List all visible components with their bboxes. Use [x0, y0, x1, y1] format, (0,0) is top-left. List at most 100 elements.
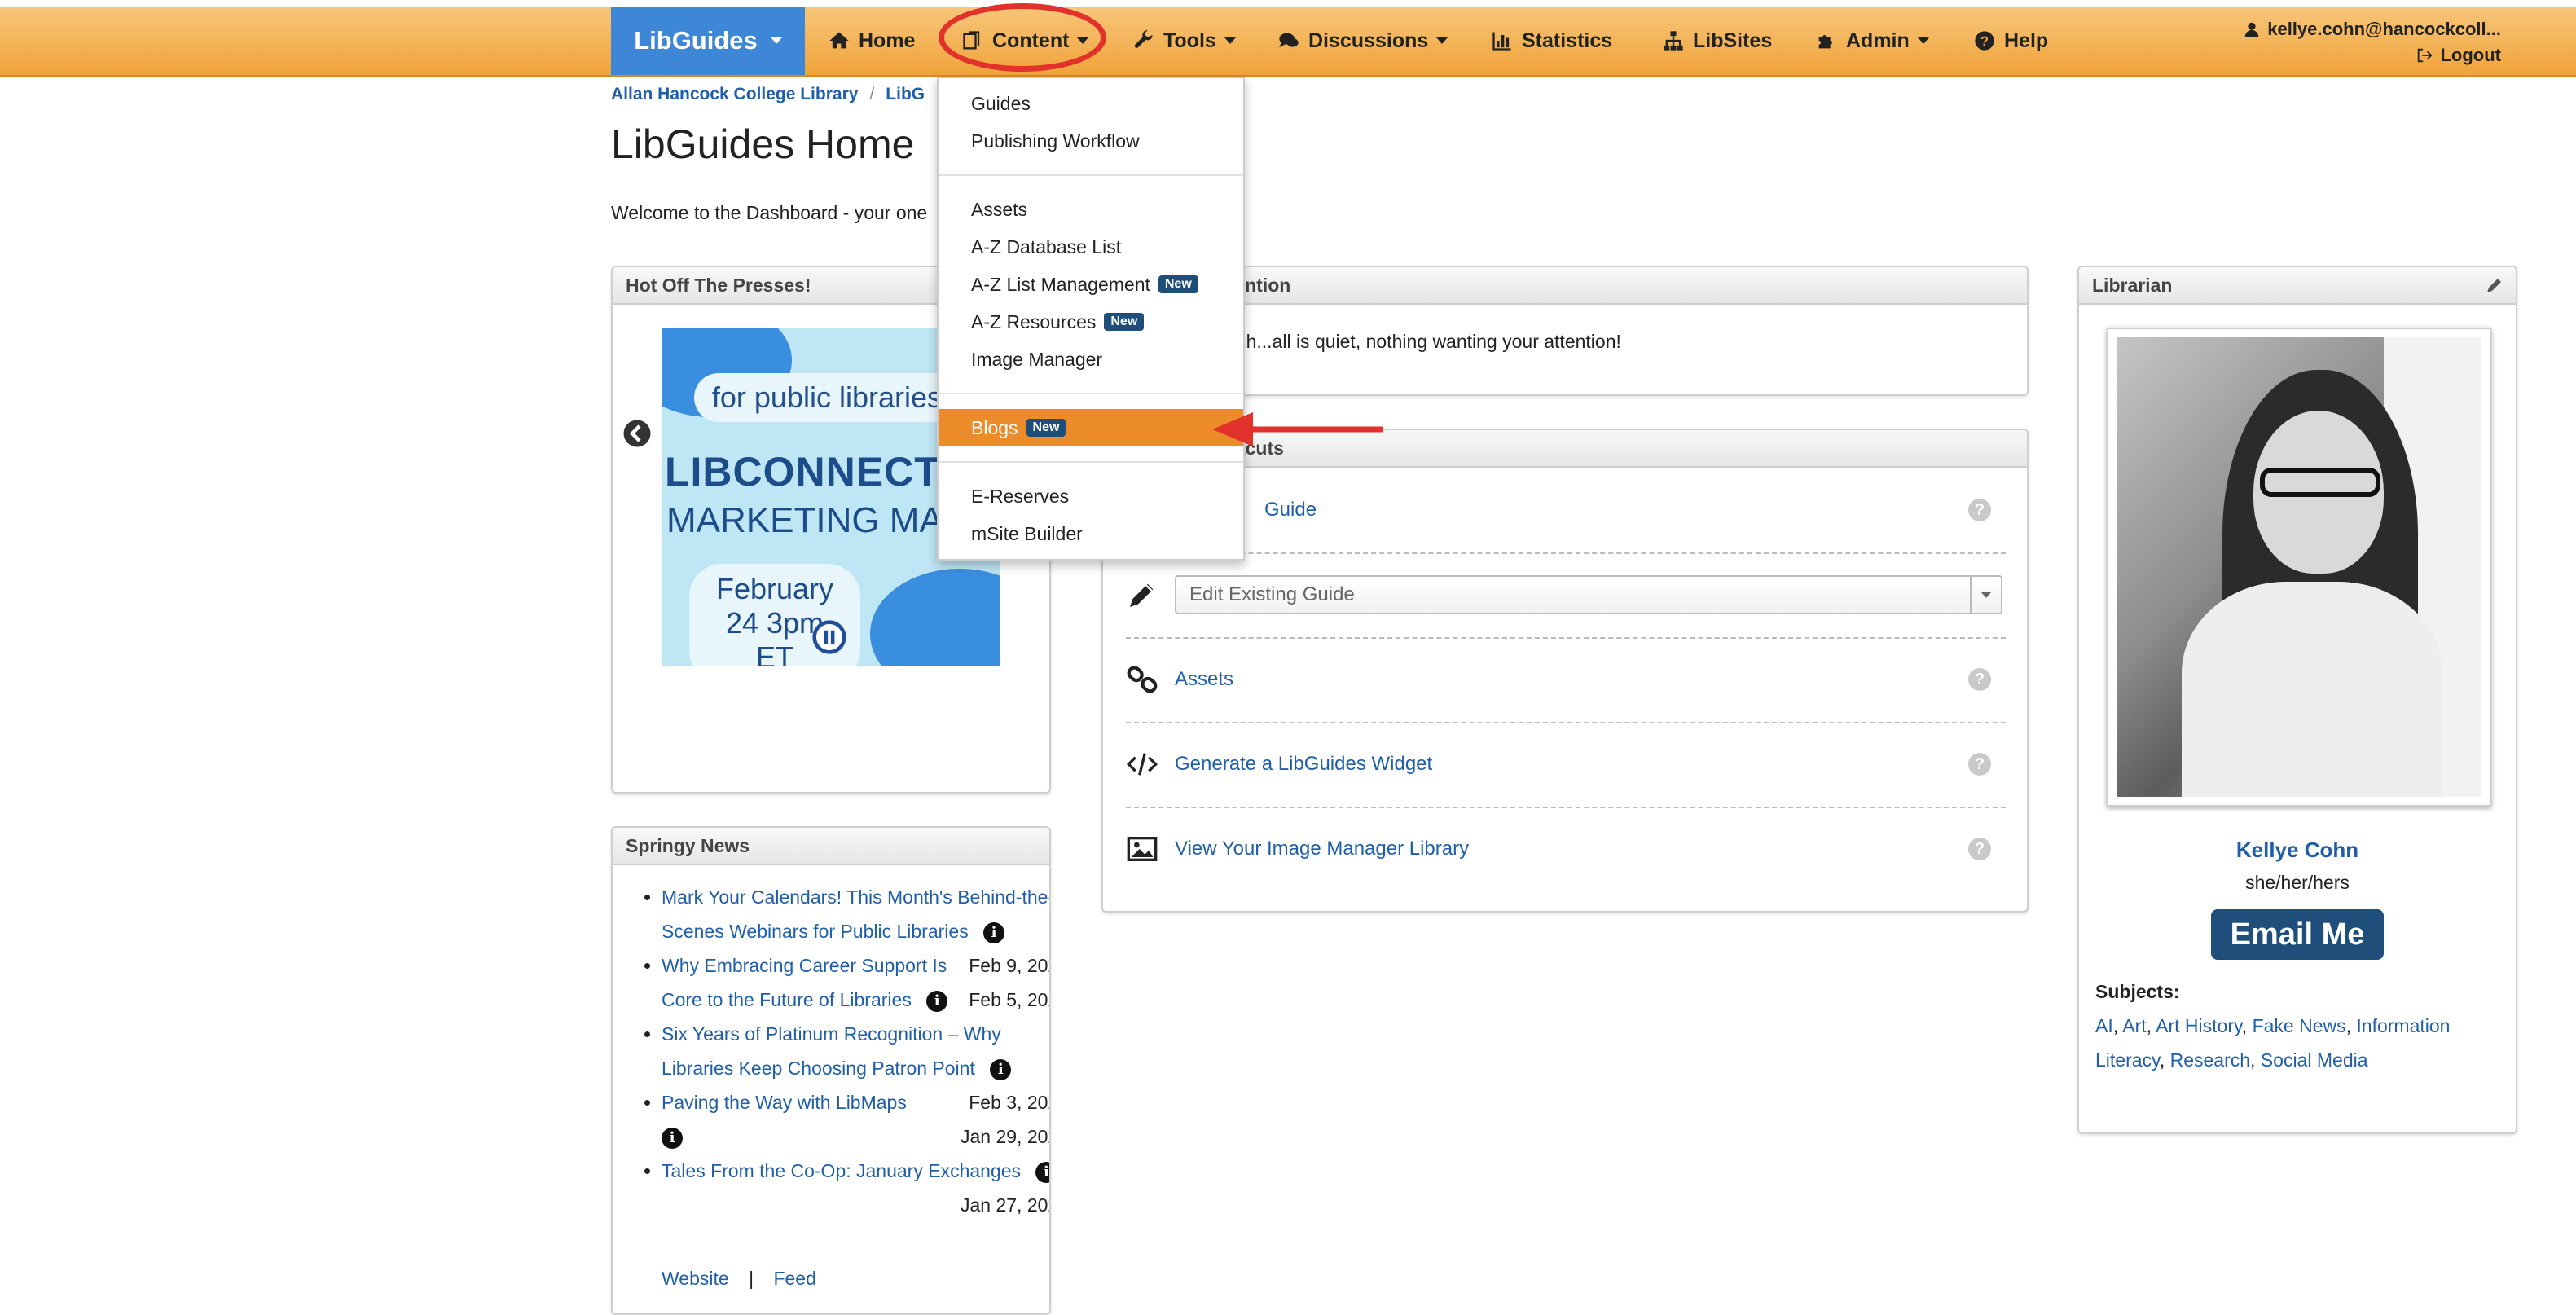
libguides-brand-menu[interactable]: LibGuides [611, 7, 805, 75]
menu-item-label: Blogs [971, 416, 1018, 438]
menu-item-assets[interactable]: Assets [939, 191, 1243, 228]
pencil-icon [1130, 583, 1154, 607]
info-icon[interactable]: i [662, 1127, 683, 1149]
welcome-text: Welcome to the Dashboard - your one [611, 202, 928, 223]
user-email: kellye.cohn@hancockcoll... [2267, 19, 2501, 39]
menu-item-publishing-workflow[interactable]: Publishing Workflow [939, 122, 1243, 160]
feed-link[interactable]: Feed [773, 1268, 815, 1289]
website-link[interactable]: Website [662, 1268, 729, 1289]
menu-divider [939, 174, 1243, 176]
promo-line-2: LIBCONNECT P [665, 449, 980, 495]
nav-help[interactable]: ? Help [1973, 7, 2048, 75]
menu-item-label: E-Reserves [971, 485, 1070, 507]
chevron-down-icon [770, 37, 782, 44]
comments-icon [1279, 33, 1299, 48]
nav-tools[interactable]: Tools [1132, 7, 1236, 75]
logout-link[interactable]: Logout [2243, 42, 2501, 68]
previous-slide-icon[interactable] [622, 419, 652, 448]
pencil-icon[interactable] [2485, 275, 2504, 295]
menu-item-az-list-management[interactable]: A-Z List Management New [939, 266, 1243, 303]
select-placeholder: Edit Existing Guide [1189, 583, 1355, 605]
nav-discussions[interactable]: Discussions [1277, 7, 1448, 75]
image-manager-link[interactable]: View Your Image Manager Library [1175, 838, 1469, 860]
info-icon[interactable]: i [983, 921, 1005, 943]
menu-item-label: Image Manager [971, 348, 1103, 370]
info-icon[interactable]: i [926, 990, 948, 1012]
chevron-down-icon [1436, 37, 1448, 44]
create-guide-link[interactable]: Guide [1264, 499, 1317, 521]
menu-item-label: A-Z List Management [971, 273, 1150, 295]
subject-link[interactable]: Research [2170, 1049, 2250, 1071]
news-footer: Website | Feed [662, 1268, 816, 1290]
pause-icon[interactable] [811, 619, 847, 655]
breadcrumb-libguides[interactable]: LibG [886, 85, 925, 104]
help-icon[interactable]: ? [1968, 668, 1991, 691]
code-icon [1126, 753, 1158, 776]
annotation-arrow [1212, 412, 1383, 446]
breadcrumb-library[interactable]: Allan Hancock College Library [611, 85, 858, 104]
news-link[interactable]: Six Years of Platinum Recognition – Why … [662, 1023, 1001, 1079]
nav-admin[interactable]: Admin [1815, 7, 1929, 75]
subject-link[interactable]: Art [2122, 1015, 2146, 1036]
list-item: Tales From the Co-Op: January Exchanges … [662, 1154, 1049, 1216]
list-item: Mark Your Calendars! This Month's Behind… [662, 880, 1049, 976]
nav-help-label: Help [2004, 29, 2049, 52]
menu-item-msite-builder[interactable]: mSite Builder [939, 515, 1243, 552]
menu-item-az-resources[interactable]: A-Z Resources New [939, 303, 1243, 341]
separator: | [749, 1268, 754, 1289]
photo-shape [2182, 582, 2442, 797]
menu-item-guides[interactable]: Guides [939, 85, 1243, 122]
info-icon[interactable]: i [990, 1058, 1012, 1080]
user-menu: kellye.cohn@hancockcoll... Logout [2243, 16, 2501, 68]
menu-item-e-reserves[interactable]: E-Reserves [939, 477, 1243, 515]
shortcut-create-guide: Guide ? [1126, 468, 2006, 554]
nav-admin-label: Admin [1846, 29, 1910, 52]
menu-item-label: A-Z Resources [971, 310, 1097, 332]
menu-divider [939, 461, 1243, 463]
chevron-down-icon [1917, 37, 1929, 44]
decor-shape [870, 569, 1000, 666]
help-icon[interactable]: ? [1968, 838, 1991, 860]
shortcut-widget: Generate a LibGuides Widget ? [1126, 722, 2006, 808]
nav-statistics[interactable]: Statistics [1491, 7, 1612, 75]
menu-divider [939, 393, 1243, 394]
help-icon[interactable]: ? [1968, 753, 1991, 776]
news-link[interactable]: Why Embracing Career Support Is Core to … [662, 955, 947, 1010]
nav-statistics-label: Statistics [1522, 29, 1613, 52]
assets-link[interactable]: Assets [1175, 668, 1233, 691]
subject-link[interactable]: AI [2095, 1015, 2113, 1036]
user-account[interactable]: kellye.cohn@hancockcoll... [2243, 16, 2501, 42]
menu-item-label: Assets [971, 198, 1028, 220]
photo-shape [2260, 468, 2380, 497]
librarian-pronouns: she/her/hers [2245, 872, 2350, 893]
menu-item-az-database-list[interactable]: A-Z Database List [939, 228, 1243, 266]
news-link[interactable]: Tales From the Co-Op: January Exchanges [662, 1160, 1021, 1181]
breadcrumb: Allan Hancock College Library / LibG [611, 85, 925, 104]
news-date: Feb 5, 2026 [969, 989, 1049, 1010]
sitemap-icon [1664, 31, 1683, 51]
nav-home[interactable]: Home [828, 7, 915, 75]
icon-slot [1126, 663, 1175, 696]
subject-link[interactable]: Social Media [2261, 1049, 2368, 1071]
subject-link[interactable]: Fake News [2253, 1015, 2346, 1036]
menu-item-image-manager[interactable]: Image Manager [939, 341, 1243, 378]
help-icon[interactable]: ? [1968, 499, 1991, 521]
menu-item-blogs[interactable]: Blogs New [939, 409, 1243, 446]
news-list: Mark Your Calendars! This Month's Behind… [637, 880, 1049, 1222]
sign-out-icon [2418, 48, 2433, 63]
panel-title: Springy News [613, 828, 1049, 865]
nav-libsites[interactable]: LibSites [1662, 7, 1772, 75]
menu-item-label: A-Z Database List [971, 235, 1122, 257]
nav-discussions-label: Discussions [1308, 29, 1429, 52]
email-me-button[interactable]: Email Me [2211, 909, 2384, 960]
bar-chart-icon [1492, 32, 1511, 51]
edit-existing-guide-select[interactable]: Edit Existing Guide [1175, 575, 2002, 614]
news-link[interactable]: Paving the Way with LibMaps [662, 1092, 907, 1113]
librarian-name-link[interactable]: Kellye Cohn [2079, 838, 2516, 863]
subject-link[interactable]: Art History [2156, 1015, 2242, 1036]
icon-slot [1126, 833, 1175, 865]
menu-item-label: mSite Builder [971, 522, 1083, 544]
info-icon[interactable]: i [1035, 1161, 1049, 1183]
logout-label: Logout [2440, 45, 2501, 65]
widget-link[interactable]: Generate a LibGuides Widget [1175, 753, 1432, 776]
